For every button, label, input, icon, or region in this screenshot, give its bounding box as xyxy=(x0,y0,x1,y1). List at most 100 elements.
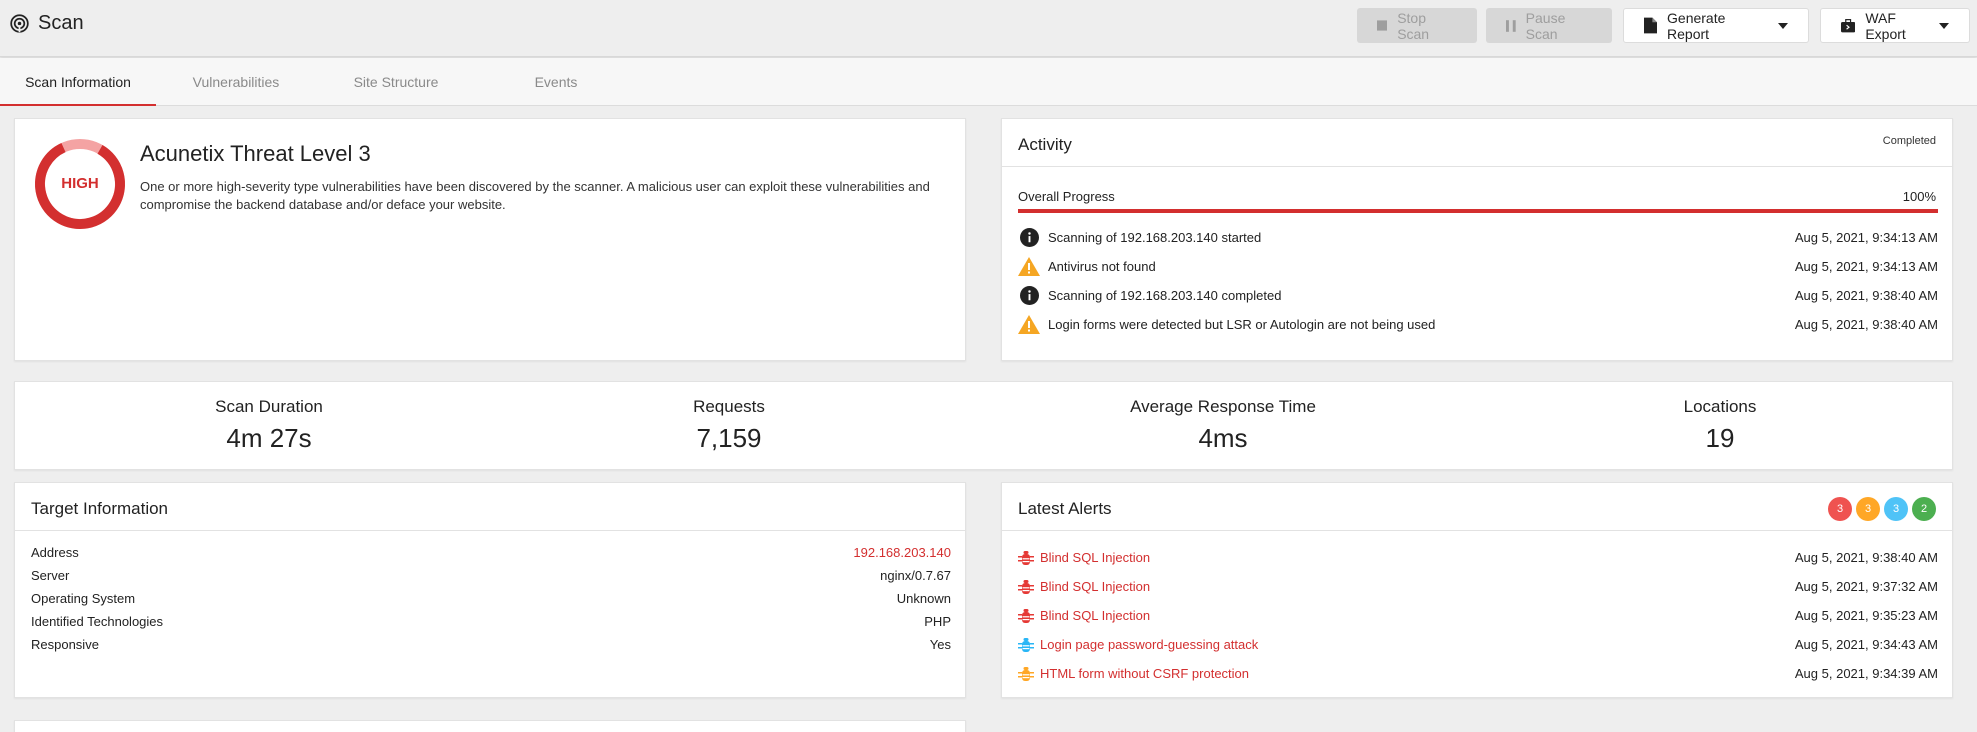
info-icon xyxy=(1018,227,1040,249)
pause-scan-label: Pause Scan xyxy=(1525,9,1566,42)
bug-icon xyxy=(1018,637,1034,652)
target-label: Server xyxy=(31,568,70,583)
stat-value: 7,159 xyxy=(696,423,762,453)
target-row-os: Operating System Unknown xyxy=(31,587,951,610)
stat-locations: Locations 19 xyxy=(1570,397,1870,454)
target-header: Target Information xyxy=(15,483,965,531)
progress-bar xyxy=(1018,209,1938,213)
waf-export-label: WAF Export xyxy=(1865,9,1906,42)
progress-percent: 100% xyxy=(1902,189,1936,204)
target-value: PHP xyxy=(924,614,951,629)
stat-label: Locations xyxy=(1683,397,1757,416)
alert-item[interactable]: Blind SQL Injection Aug 5, 2021, 9:35:23… xyxy=(1018,601,1938,630)
stop-icon xyxy=(1377,20,1388,31)
alert-time: Aug 5, 2021, 9:35:23 AM xyxy=(1794,608,1938,623)
chevron-down-icon xyxy=(1939,22,1949,29)
stat-value: 19 xyxy=(1705,423,1735,453)
scan-radar-icon xyxy=(10,14,29,33)
warning-icon xyxy=(1018,314,1040,336)
stat-label: Average Response Time xyxy=(1130,397,1316,416)
stop-scan-label: Stop Scan xyxy=(1397,9,1430,42)
alerts-title: Latest Alerts xyxy=(1018,499,1112,518)
alert-time: Aug 5, 2021, 9:34:39 AM xyxy=(1794,666,1938,681)
activity-title: Activity xyxy=(1018,135,1072,154)
page-title: Scan xyxy=(9,12,84,35)
tab-bar: Scan Information Vulnerabilities Site St… xyxy=(0,58,1977,106)
activity-item: Scanning of 192.168.203.140 completed Au… xyxy=(1018,281,1938,310)
target-value: Unknown xyxy=(896,591,951,606)
alert-link[interactable]: Blind SQL Injection xyxy=(1040,579,1150,594)
alert-link[interactable]: Blind SQL Injection xyxy=(1040,608,1150,623)
progress-bar-fill xyxy=(1018,209,1938,213)
stat-value: 4m 27s xyxy=(226,423,312,453)
alert-time: Aug 5, 2021, 9:34:43 AM xyxy=(1794,637,1938,652)
target-details: Address 192.168.203.140 Server nginx/0.7… xyxy=(31,541,951,656)
waf-export-button[interactable]: WAF Export xyxy=(1820,8,1970,43)
alert-item[interactable]: Login page password-guessing attack Aug … xyxy=(1018,630,1938,659)
severity-badge-medium: 3 xyxy=(1856,497,1880,521)
alerts-header: Latest Alerts 3 3 3 2 xyxy=(1002,483,1952,531)
latest-alerts-card: Latest Alerts 3 3 3 2 Blind SQL Injectio… xyxy=(1001,482,1953,698)
tab-site-structure[interactable]: Site Structure xyxy=(330,58,462,106)
activity-time: Aug 5, 2021, 9:34:13 AM xyxy=(1794,259,1938,274)
severity-badge-high: 3 xyxy=(1828,497,1852,521)
activity-card: Activity Completed Overall Progress 100%… xyxy=(1001,118,1953,361)
activity-time: Aug 5, 2021, 9:38:40 AM xyxy=(1794,288,1938,303)
info-icon xyxy=(1018,285,1040,307)
activity-time: Aug 5, 2021, 9:34:13 AM xyxy=(1794,230,1938,245)
threat-level-card: HIGH Acunetix Threat Level 3 One or more… xyxy=(14,118,966,361)
alert-list: Blind SQL Injection Aug 5, 2021, 9:38:40… xyxy=(1018,543,1938,688)
alert-item[interactable]: HTML form without CSRF protection Aug 5,… xyxy=(1018,659,1938,688)
activity-text: Scanning of 192.168.203.140 started xyxy=(1048,230,1262,245)
stat-value: 4ms xyxy=(1198,423,1248,453)
chevron-down-icon xyxy=(1778,22,1788,29)
pause-icon xyxy=(1506,19,1516,32)
target-value: nginx/0.7.67 xyxy=(880,568,951,583)
stat-scan-duration: Scan Duration 4m 27s xyxy=(119,397,419,454)
bug-icon xyxy=(1018,550,1034,565)
activity-time: Aug 5, 2021, 9:38:40 AM xyxy=(1794,317,1938,332)
scan-stats-card: Scan Duration 4m 27s Requests 7,159 Aver… xyxy=(14,381,1953,470)
generate-report-button[interactable]: Generate Report xyxy=(1623,8,1809,43)
app-header: Scan Stop Scan Pause Scan Generate Repor… xyxy=(0,0,1977,57)
target-address-link[interactable]: 192.168.203.140 xyxy=(853,541,951,564)
bug-icon xyxy=(1018,608,1034,623)
tab-events[interactable]: Events xyxy=(496,58,616,106)
stat-label: Scan Duration xyxy=(215,397,323,416)
target-value: Yes xyxy=(929,637,951,652)
alert-item[interactable]: Blind SQL Injection Aug 5, 2021, 9:38:40… xyxy=(1018,543,1938,572)
alert-link[interactable]: Login page password-guessing attack xyxy=(1040,637,1258,652)
document-icon xyxy=(1644,17,1658,34)
stat-label: Requests xyxy=(693,397,765,416)
target-row-address: Address 192.168.203.140 xyxy=(31,541,951,564)
severity-badge-info: 2 xyxy=(1912,497,1936,521)
warning-icon xyxy=(1018,256,1040,278)
scan-status: Completed xyxy=(1882,135,1936,147)
severity-badge-low: 3 xyxy=(1884,497,1908,521)
threat-level-title: Acunetix Threat Level 3 xyxy=(140,141,371,166)
pause-scan-button[interactable]: Pause Scan xyxy=(1486,8,1612,43)
target-label: Responsive xyxy=(31,637,99,652)
activity-text: Login forms were detected but LSR or Aut… xyxy=(1048,317,1436,332)
activity-item: Antivirus not found Aug 5, 2021, 9:34:13… xyxy=(1018,252,1938,281)
stop-scan-button[interactable]: Stop Scan xyxy=(1357,8,1477,43)
activity-text: Scanning of 192.168.203.140 completed xyxy=(1048,288,1282,303)
target-row-responsive: Responsive Yes xyxy=(31,633,951,656)
target-row-technologies: Identified Technologies PHP xyxy=(31,610,951,633)
alert-time: Aug 5, 2021, 9:38:40 AM xyxy=(1794,550,1938,565)
tab-vulnerabilities[interactable]: Vulnerabilities xyxy=(172,58,300,106)
target-row-server: Server nginx/0.7.67 xyxy=(31,564,951,587)
bug-icon xyxy=(1018,579,1034,594)
stat-average-response-time: Average Response Time 4ms xyxy=(1073,397,1373,454)
target-title: Target Information xyxy=(31,499,169,518)
alert-link[interactable]: HTML form without CSRF protection xyxy=(1040,666,1249,681)
activity-item: Login forms were detected but LSR or Aut… xyxy=(1018,310,1938,339)
page-title-text: Scan xyxy=(38,12,84,34)
alert-item[interactable]: Blind SQL Injection Aug 5, 2021, 9:37:32… xyxy=(1018,572,1938,601)
activity-text: Antivirus not found xyxy=(1048,259,1156,274)
briefcase-export-icon xyxy=(1841,18,1856,32)
alert-link[interactable]: Blind SQL Injection xyxy=(1040,550,1150,565)
activity-header: Activity Completed xyxy=(1002,119,1952,167)
tab-scan-information[interactable]: Scan Information xyxy=(0,58,156,106)
alert-time: Aug 5, 2021, 9:37:32 AM xyxy=(1794,579,1938,594)
